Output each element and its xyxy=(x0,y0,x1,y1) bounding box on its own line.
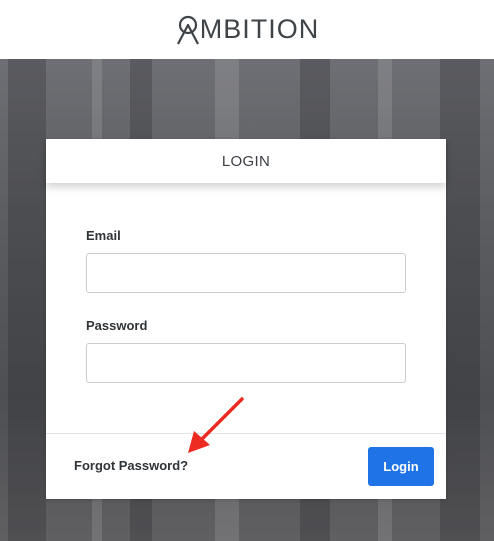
login-button[interactable]: Login xyxy=(368,447,434,486)
password-field[interactable] xyxy=(86,343,406,383)
email-field[interactable] xyxy=(86,253,406,293)
ambition-a-icon xyxy=(176,15,199,45)
login-page: MBITION LOGIN Email Password Forgot Pass… xyxy=(0,0,494,541)
top-header: MBITION xyxy=(0,0,494,59)
logo-text: MBITION xyxy=(199,14,320,44)
password-label: Password xyxy=(86,318,148,333)
login-title: LOGIN xyxy=(46,139,446,183)
email-label: Email xyxy=(86,228,121,243)
red-arrow-icon xyxy=(188,397,244,453)
forgot-password-link[interactable]: Forgot Password? xyxy=(74,458,188,473)
ambition-logo: MBITION xyxy=(175,14,320,45)
